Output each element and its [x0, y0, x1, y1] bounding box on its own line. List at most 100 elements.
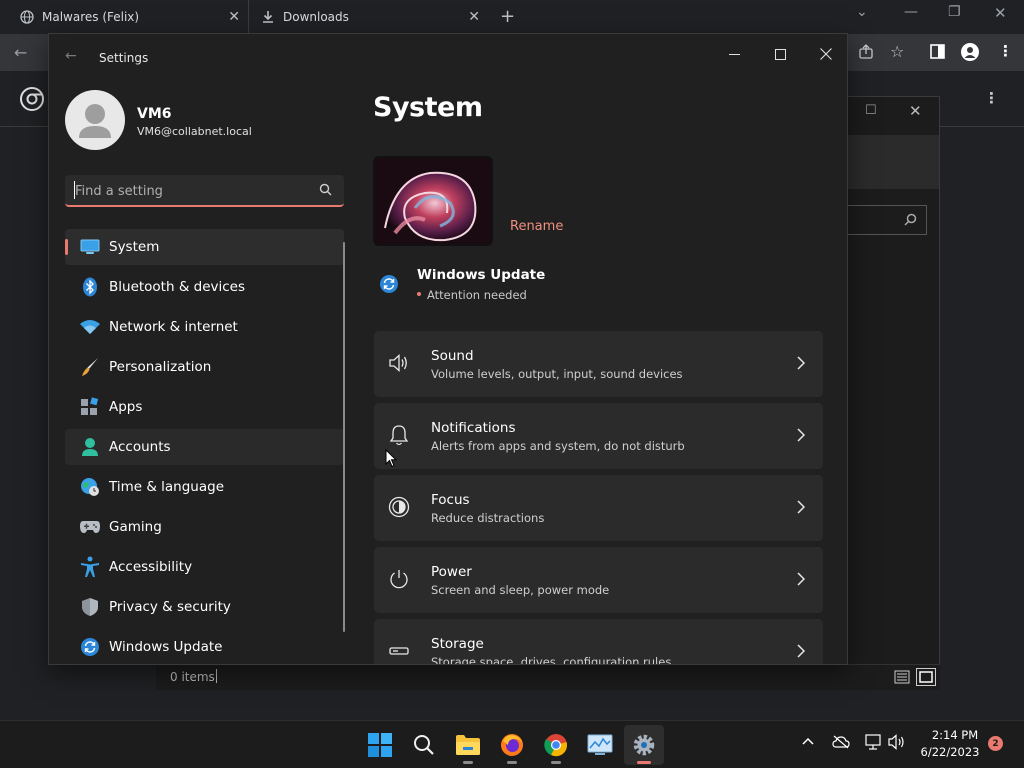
nav-item-gaming[interactable]: Gaming	[65, 509, 344, 545]
close-tab-icon[interactable]: ✕	[228, 9, 240, 25]
nav-item-system[interactable]: System	[65, 229, 344, 265]
card-title: Sound	[431, 348, 474, 364]
taskbar-file-explorer[interactable]	[448, 725, 488, 765]
nav-item-privacy-security[interactable]: Privacy & security	[65, 589, 344, 625]
nav-item-label: Accounts	[109, 439, 171, 455]
close-button[interactable]	[803, 40, 847, 68]
card-sound[interactable]: Sound Volume levels, output, input, soun…	[374, 331, 823, 397]
person-icon	[65, 437, 109, 457]
performance-monitor-icon	[587, 734, 613, 756]
cloud-offline-icon[interactable]	[832, 735, 850, 749]
wifi-icon	[65, 319, 109, 335]
minimize-button[interactable]	[711, 40, 757, 68]
browser-tab-label: Downloads	[283, 10, 349, 24]
accessibility-icon	[65, 556, 109, 578]
restore-icon[interactable]: ☐	[865, 103, 877, 118]
avatar[interactable]	[65, 90, 125, 150]
globe-clock-icon	[65, 477, 109, 497]
menu-icon[interactable]: ⋮	[998, 42, 1013, 60]
update-status: Attention needed	[427, 288, 527, 302]
card-subtitle: Storage space, drives, configuration rul…	[431, 655, 672, 665]
running-indicator	[507, 761, 517, 764]
card-notifications[interactable]: Notifications Alerts from apps and syste…	[374, 403, 823, 469]
new-tab-button[interactable]: +	[500, 6, 515, 27]
card-storage[interactable]: Storage Storage space, drives, configura…	[374, 619, 823, 665]
menu-icon[interactable]: ⋮	[984, 89, 999, 107]
nav-item-personalization[interactable]: Personalization	[65, 349, 344, 385]
search-icon	[319, 183, 332, 196]
restore-icon[interactable]: ❐	[948, 4, 961, 20]
card-power[interactable]: Power Screen and sleep, power mode	[374, 547, 823, 613]
sync-icon	[379, 274, 399, 294]
back-arrow-icon[interactable]: ←	[65, 48, 77, 64]
back-arrow-icon[interactable]: ←	[14, 43, 27, 62]
card-subtitle: Volume levels, output, input, sound devi…	[431, 367, 683, 381]
clock-date[interactable]: 6/22/2023	[919, 745, 981, 759]
running-indicator	[637, 761, 651, 764]
card-subtitle: Screen and sleep, power mode	[431, 583, 610, 597]
taskbar-search-button[interactable]	[404, 725, 444, 765]
taskbar-chrome[interactable]	[536, 725, 576, 765]
windows-logo-icon	[368, 733, 392, 757]
focus-icon	[388, 496, 410, 518]
notification-badge[interactable]: 2	[988, 736, 1003, 751]
nav-item-bluetooth[interactable]: Bluetooth & devices	[65, 269, 344, 305]
browser-tab-label: Malwares (Felix)	[42, 10, 140, 24]
browser-tab-malwares[interactable]: Malwares (Felix) ✕	[8, 0, 248, 34]
taskbar-settings[interactable]	[624, 725, 664, 765]
mouse-cursor-icon	[385, 449, 397, 468]
nav-item-label: Network & internet	[109, 319, 238, 335]
chevron-up-icon[interactable]	[802, 737, 814, 745]
maximize-button[interactable]	[757, 40, 803, 68]
close-icon[interactable]: ✕	[909, 102, 922, 120]
window-title: Settings	[99, 51, 149, 65]
tiles-view-icon[interactable]	[916, 668, 936, 686]
text-caret	[74, 181, 75, 199]
gamepad-icon	[65, 519, 109, 535]
nav-item-label: Privacy & security	[109, 599, 231, 615]
profile-icon[interactable]	[961, 43, 979, 61]
bluetooth-icon	[65, 277, 109, 297]
network-icon[interactable]	[864, 734, 882, 750]
gear-icon	[632, 733, 656, 757]
browser-tab-downloads[interactable]: Downloads ✕	[248, 0, 488, 34]
taskbar-monitor-app[interactable]	[580, 725, 620, 765]
chevron-down-icon[interactable]: ⌄	[856, 4, 868, 20]
minimize-icon[interactable]: —	[904, 4, 918, 20]
windows-update-link[interactable]: Windows Update	[417, 267, 545, 283]
search-box[interactable]	[65, 175, 344, 207]
card-focus[interactable]: Focus Reduce distractions	[374, 475, 823, 541]
nav-item-label: Accessibility	[109, 559, 193, 575]
nav-item-network[interactable]: Network & internet	[65, 309, 344, 345]
nav-item-apps[interactable]: Apps	[65, 389, 344, 425]
clock-time[interactable]: 2:14 PM	[930, 728, 980, 742]
rename-link[interactable]: Rename	[510, 219, 563, 234]
nav-scrollbar[interactable]	[343, 242, 345, 632]
close-tab-icon[interactable]: ✕	[468, 9, 480, 25]
search-icon	[904, 213, 917, 226]
start-button[interactable]	[360, 725, 400, 765]
nav-item-time-language[interactable]: Time & language	[65, 469, 344, 505]
nav-item-label: Bluetooth & devices	[109, 279, 246, 295]
sidepanel-icon[interactable]	[930, 44, 945, 59]
page-title: System	[373, 92, 483, 123]
nav-item-windows-update[interactable]: Windows Update	[65, 629, 344, 664]
card-title: Storage	[431, 636, 484, 652]
running-indicator	[463, 761, 473, 764]
speaker-icon[interactable]	[888, 734, 906, 750]
star-icon[interactable]: ☆	[890, 42, 904, 61]
nav-item-label: Time & language	[109, 479, 225, 495]
speaker-icon	[388, 352, 410, 374]
nav-item-label: Windows Update	[109, 639, 223, 655]
nav-item-accounts[interactable]: Accounts	[65, 429, 344, 465]
search-input[interactable]	[75, 181, 305, 201]
desktop-wallpaper-thumbnail	[373, 156, 493, 246]
divider	[216, 669, 217, 683]
close-icon[interactable]: ✕	[994, 4, 1007, 22]
nav-item-label: Apps	[109, 399, 143, 415]
share-icon[interactable]	[858, 44, 874, 60]
download-icon	[261, 10, 275, 24]
details-view-icon[interactable]	[894, 669, 910, 685]
taskbar-firefox[interactable]	[492, 725, 532, 765]
nav-item-accessibility[interactable]: Accessibility	[65, 549, 344, 585]
